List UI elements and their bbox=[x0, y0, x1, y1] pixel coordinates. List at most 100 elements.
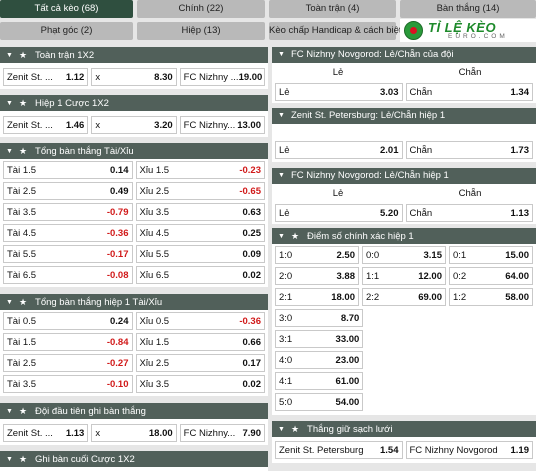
odds-cell[interactable]: Zenit St. ... 1.13 bbox=[3, 424, 89, 442]
section-header[interactable]: ▼ ★ Điểm số chính xác hiệp 1 bbox=[272, 228, 536, 244]
odds-cell[interactable]: 2:0 3.88 bbox=[275, 267, 359, 285]
odds-cell[interactable]: FC Nizhny... 13.00 bbox=[179, 116, 265, 134]
section-header[interactable]: ▼ ★ Ghi bàn cuối Cược 1X2 bbox=[0, 451, 268, 467]
odds-row: Tài 5.5 -0.17 Xỉu 5.5 0.09 bbox=[3, 245, 265, 263]
market-nizhny-odd-even-half: ▼ FC Nizhny Novgorod: Lẻ/Chẵn hiệp 1 Lẻ Ch… bbox=[272, 168, 536, 224]
odds-cell[interactable]: 3:0 8.70 bbox=[275, 309, 364, 327]
odds-cell[interactable]: 0:1 15.00 bbox=[449, 246, 533, 264]
odds-cell[interactable]: Xỉu 0.5 -0.36 bbox=[135, 312, 265, 330]
market-clean-sheet: ▼ ★ Thắng giữ sạch lưới Zenit St. Petersbu… bbox=[272, 421, 536, 463]
odds-cell[interactable]: 0:0 3.15 bbox=[362, 246, 446, 264]
tab-all[interactable]: Tất cả kèo (68) bbox=[0, 0, 133, 18]
star-icon[interactable]: ★ bbox=[19, 403, 27, 419]
empty-slot bbox=[366, 351, 446, 369]
odds-cell[interactable]: Xỉu 2.5 -0.65 bbox=[135, 182, 265, 200]
section-header[interactable]: ▼ ★ Đội đầu tiên ghi bàn thắng bbox=[0, 403, 268, 419]
odds-cell[interactable]: 0:2 64.00 bbox=[449, 267, 533, 285]
star-icon[interactable]: ★ bbox=[19, 95, 27, 111]
odds-cell[interactable]: 3:1 33.00 bbox=[275, 330, 364, 348]
odds-cell[interactable]: Xỉu 3.5 0.02 bbox=[135, 375, 265, 393]
odds-cell[interactable]: Xỉu 4.5 0.25 bbox=[135, 224, 265, 242]
section-header[interactable]: ▼ ★ Thắng giữ sạch lưới bbox=[272, 421, 536, 437]
odds-row: 3:1 33.00 bbox=[275, 330, 533, 348]
star-icon[interactable]: ★ bbox=[19, 294, 27, 310]
section-header[interactable]: ▼ ★ Toàn trận 1X2 bbox=[0, 47, 268, 63]
odds-cell[interactable]: Zenit St. ... 1.46 bbox=[3, 116, 89, 134]
odds-cell[interactable]: Zenit St. Petersburg 1.54 bbox=[275, 441, 403, 459]
market-full-time-1x2: ▼ ★ Toàn trận 1X2 Zenit St. ... 1.12 x 8.30 … bbox=[0, 47, 268, 89]
odds-cell[interactable]: Tài 2.5 0.49 bbox=[3, 182, 133, 200]
star-icon[interactable]: ★ bbox=[291, 421, 299, 437]
odds-cell[interactable]: Tài 3.5 -0.79 bbox=[3, 203, 133, 221]
odds-row: Tài 2.5 0.49 Xỉu 2.5 -0.65 bbox=[3, 182, 265, 200]
odds-cell[interactable]: Tài 5.5 -0.17 bbox=[3, 245, 133, 263]
odds-cell[interactable]: Tài 0.5 0.24 bbox=[3, 312, 133, 330]
odds-cell[interactable]: Tài 2.5 -0.27 bbox=[3, 354, 133, 372]
odds-cell[interactable]: FC Nizhny Novgorod 1.19 bbox=[405, 441, 533, 459]
tab-goals[interactable]: Bàn thắng (14) bbox=[400, 0, 536, 18]
odds-cell[interactable]: 2:1 18.00 bbox=[275, 288, 359, 306]
odds-cell[interactable]: Tài 3.5 -0.10 bbox=[3, 375, 133, 393]
odds-cell[interactable]: 4:1 61.00 bbox=[275, 372, 364, 390]
tab-full-time[interactable]: Toàn trận (4) bbox=[269, 0, 396, 18]
market-zenit-odd-even-half: ▼ Zenit St. Petersburg: Lẻ/Chẵn hiệp 1 Lẻ… bbox=[272, 108, 536, 162]
odds-cell[interactable]: Tài 4.5 -0.36 bbox=[3, 224, 133, 242]
odds-cell[interactable]: Tài 1.5 -0.84 bbox=[3, 333, 133, 351]
caret-down-icon: ▼ bbox=[278, 233, 285, 240]
odds-row: Tài 1.5 0.14 Xỉu 1.5 -0.23 bbox=[3, 161, 265, 179]
odds-cell[interactable]: x 3.20 bbox=[91, 116, 177, 134]
odds-cell[interactable]: FC Nizhny... 7.90 bbox=[179, 424, 265, 442]
odds-cell[interactable]: 2:2 69.00 bbox=[362, 288, 446, 306]
odds-cell[interactable]: Chẵn 1.73 bbox=[405, 141, 533, 159]
odds-row: 5:0 54.00 bbox=[275, 393, 533, 411]
odds-cell[interactable]: Chẵn 1.34 bbox=[405, 83, 533, 101]
odds-cell[interactable]: Xỉu 5.5 0.09 bbox=[135, 245, 265, 263]
tab-corners[interactable]: Phạt góc (2) bbox=[0, 22, 133, 40]
section-header[interactable]: ▼ ★ Tổng bàn thắng Tài/Xỉu bbox=[0, 143, 268, 159]
odds-row: 2:1 18.00 2:2 69.00 1:2 58.00 bbox=[275, 288, 533, 306]
star-icon[interactable]: ★ bbox=[19, 451, 27, 467]
odds-row: Tài 6.5 -0.08 Xỉu 6.5 0.02 bbox=[3, 266, 265, 284]
odds-cell[interactable]: Lẻ 5.20 bbox=[275, 204, 403, 222]
empty-slot bbox=[450, 351, 530, 369]
odds-cell[interactable]: Tài 6.5 -0.08 bbox=[3, 266, 133, 284]
odds-cell[interactable]: 5:0 54.00 bbox=[275, 393, 364, 411]
odds-cell[interactable]: x 18.00 bbox=[91, 424, 177, 442]
odds-cell[interactable]: Lẻ 3.03 bbox=[275, 83, 403, 101]
caret-down-icon: ▼ bbox=[6, 456, 13, 463]
section-header[interactable]: ▼ ★ Hiệp 1 Cược 1X2 bbox=[0, 95, 268, 111]
odds-cell[interactable]: 1:2 58.00 bbox=[449, 288, 533, 306]
tab-main[interactable]: Chính (22) bbox=[137, 0, 265, 18]
section-header[interactable]: ▼ Zenit St. Petersburg: Lẻ/Chẵn hiệp 1 bbox=[272, 108, 536, 124]
odds-cell[interactable]: x 8.30 bbox=[91, 68, 177, 86]
odds-cell[interactable]: Lẻ 2.01 bbox=[275, 141, 403, 159]
market-correct-score-half: ▼ ★ Điểm số chính xác hiệp 1 1:0 2.50 0:0 3.1… bbox=[272, 228, 536, 415]
caret-down-icon: ▼ bbox=[6, 100, 13, 107]
odds-cell[interactable]: 4:0 23.00 bbox=[275, 351, 364, 369]
empty-slot bbox=[450, 372, 530, 390]
odds-cell[interactable]: Xỉu 1.5 -0.23 bbox=[135, 161, 265, 179]
section-header[interactable]: ▼ ★ Tổng bàn thắng hiệp 1 Tài/Xỉu bbox=[0, 294, 268, 310]
star-icon[interactable]: ★ bbox=[291, 228, 299, 244]
odds-cell[interactable]: Tài 1.5 0.14 bbox=[3, 161, 133, 179]
section-header[interactable]: ▼ FC Nizhny Novgorod: Lẻ/Chẵn hiệp 1 bbox=[272, 168, 536, 184]
odds-row: 1:0 2.50 0:0 3.15 0:1 15.00 bbox=[275, 246, 533, 264]
tab-half[interactable]: Hiệp (13) bbox=[137, 22, 265, 40]
odds-cell[interactable]: Zenit St. ... 1.12 bbox=[3, 68, 89, 86]
empty-slot bbox=[450, 393, 530, 411]
odds-cell[interactable]: 1:1 12.00 bbox=[362, 267, 446, 285]
odds-cell[interactable]: Xỉu 2.5 0.17 bbox=[135, 354, 265, 372]
market-nizhny-odd-even: ▼ FC Nizhny Novgorod: Lẻ/Chẵn của đội Lẻ C… bbox=[272, 47, 536, 103]
section-header[interactable]: ▼ FC Nizhny Novgorod: Lẻ/Chẵn của đội bbox=[272, 47, 536, 63]
tab-handicap[interactable]: Kèo chấp Handicap & cách biệt (1) bbox=[269, 22, 416, 40]
odds-cell[interactable]: 1:0 2.50 bbox=[275, 246, 359, 264]
star-icon[interactable]: ★ bbox=[19, 143, 27, 159]
odds-list: 1:0 2.50 0:0 3.15 0:1 15.00 2:0 3.88 1:1 12.00 0:2… bbox=[272, 244, 536, 411]
odds-cell[interactable]: Xỉu 6.5 0.02 bbox=[135, 266, 265, 284]
odds-cell[interactable]: Chẵn 1.13 bbox=[405, 204, 533, 222]
odds-row: Tài 3.5 -0.10 Xỉu 3.5 0.02 bbox=[3, 375, 265, 393]
star-icon[interactable]: ★ bbox=[19, 47, 27, 63]
odds-cell[interactable]: Xỉu 3.5 0.63 bbox=[135, 203, 265, 221]
odds-cell[interactable]: Xỉu 1.5 0.66 bbox=[135, 333, 265, 351]
odds-cell[interactable]: FC Nizhny ... 19.00 bbox=[179, 68, 265, 86]
